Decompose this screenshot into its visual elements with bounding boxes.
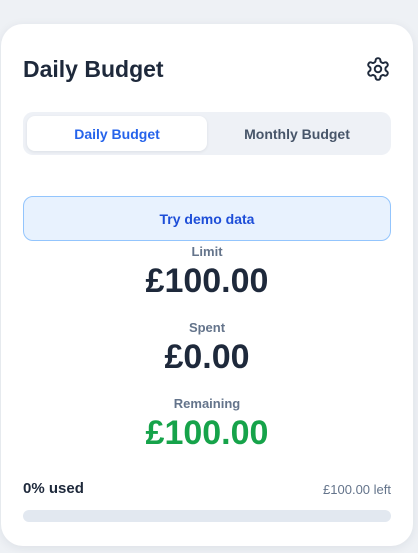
limit-label: Limit [191,244,223,259]
try-demo-data-button[interactable]: Try demo data [23,196,391,241]
remaining-label: Remaining [173,396,241,411]
percent-used: 0% used [23,480,84,497]
limit-value: £100.00 [145,262,269,300]
spent-label: Spent [188,320,226,335]
remaining-value: £100.00 [145,414,269,452]
amount-left: £100.00 left [323,482,391,497]
gear-icon[interactable] [365,56,391,82]
spent-stat: Spent £0.00 [1,320,413,378]
remaining-stat: Remaining £100.00 [1,396,413,454]
usage-progress-bar [23,510,391,522]
tab-monthly-budget[interactable]: Monthly Budget [207,116,387,151]
limit-stat: Limit £100.00 [1,244,413,302]
tab-daily-budget[interactable]: Daily Budget [27,116,207,151]
budget-period-tabs: Daily Budget Monthly Budget [23,112,391,155]
card-header: Daily Budget [23,55,391,87]
budget-card: Daily Budget Daily Budget Monthly Budget… [1,24,413,546]
page-title: Daily Budget [23,56,164,82]
usage-summary: 0% used £100.00 left [23,480,391,500]
spent-value: £0.00 [164,338,250,376]
